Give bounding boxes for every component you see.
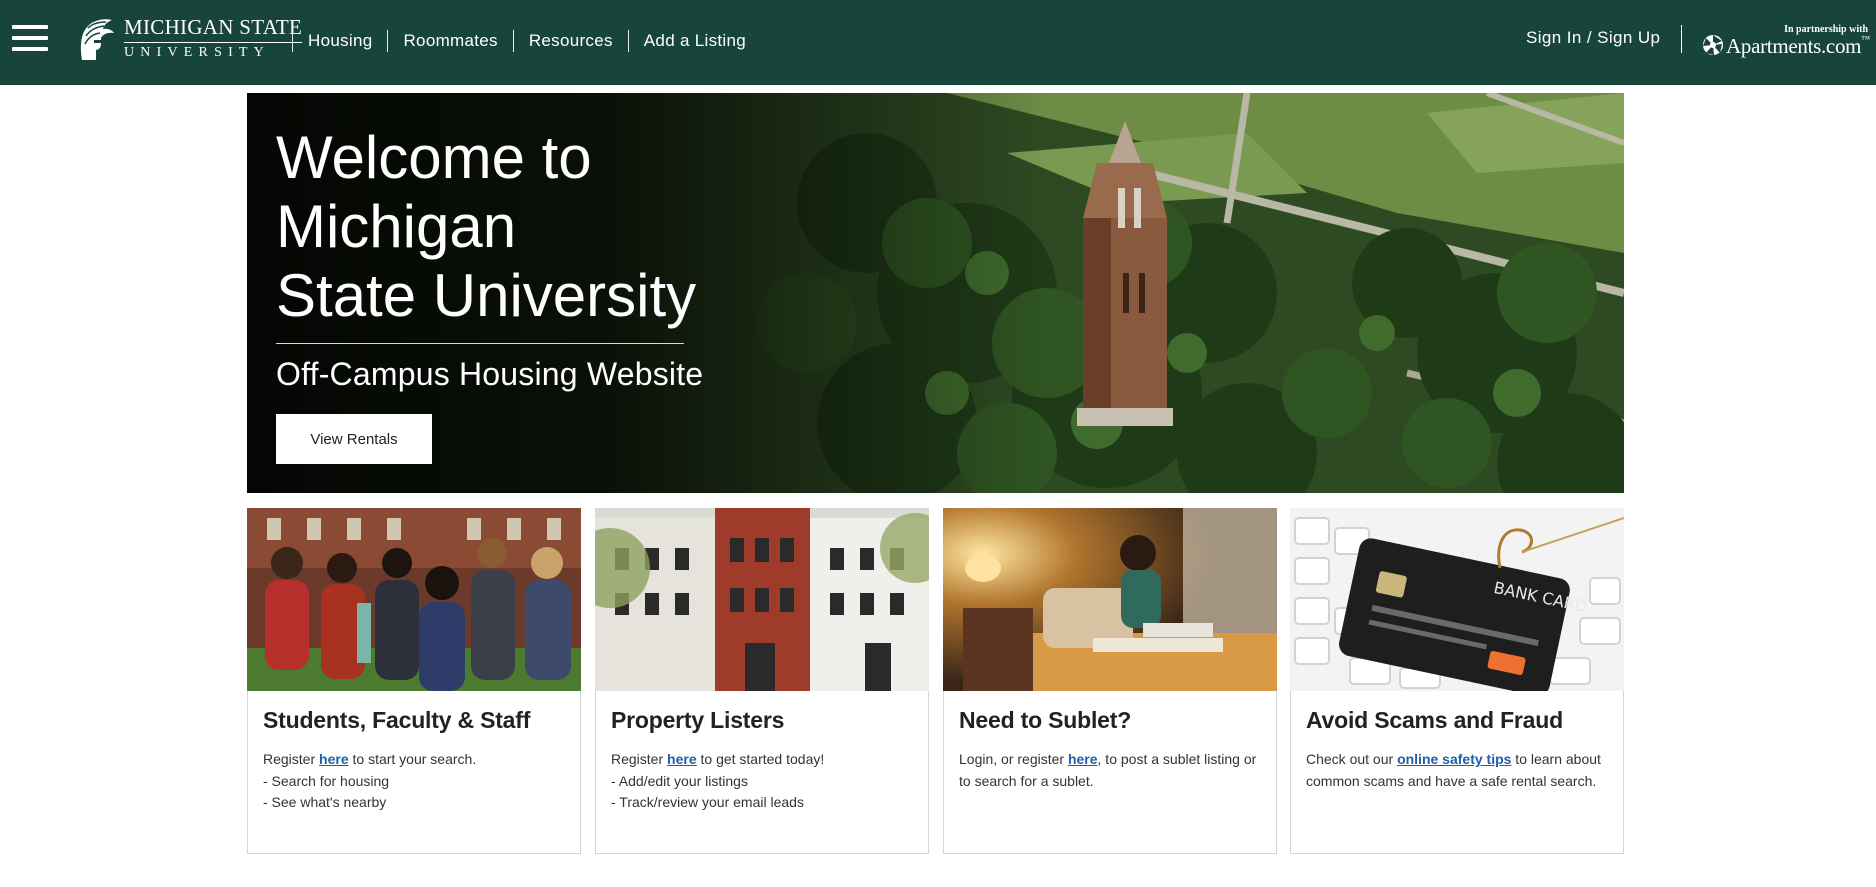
card-property-listers-register-link[interactable]: here: [667, 751, 697, 767]
partner-brand: Apartments.com: [1726, 34, 1862, 58]
spartan-helmet-icon: [80, 19, 114, 60]
card-property-listers: Property Listers Register here to get st…: [595, 508, 929, 854]
card-students-title: Students, Faculty & Staff: [263, 707, 531, 733]
nav-roommates[interactable]: Roommates: [388, 31, 512, 51]
hero-title-line-1: Welcome to: [276, 124, 592, 191]
nav-divider: [387, 30, 389, 52]
nav-housing[interactable]: Housing: [293, 31, 387, 51]
main-nav: Housing Roommates Resources Add a Listin…: [292, 26, 761, 56]
card-property-listers-bullet: - Track/review your email leads: [611, 794, 804, 810]
card-sublet-body: Login, or register here, to post a suble…: [959, 749, 1264, 792]
apartments-logo-icon: [1703, 35, 1723, 55]
hamburger-menu-icon[interactable]: [12, 25, 48, 55]
logo-line-2: UNIVERSITY: [124, 41, 303, 60]
card-sublet-title: Need to Sublet?: [959, 707, 1132, 733]
card-students-bullet: - See what's nearby: [263, 794, 387, 810]
card-sublet-image: [943, 508, 1277, 691]
card-scams-body: Check out our online safety tips to lear…: [1306, 749, 1611, 792]
card-property-listers-body: Register here to get started today! - Ad…: [611, 749, 916, 814]
hero-title-line-2: Michigan: [276, 193, 517, 260]
nav-divider: [292, 30, 293, 52]
hero-banner: Welcome to Michigan State University Off…: [247, 93, 1624, 493]
hero-title-line-3: State University: [276, 262, 697, 329]
top-navigation-bar: MICHIGAN STATE UNIVERSITY Housing Roomma…: [0, 0, 1876, 85]
card-scams-image: BANK CARD: [1290, 508, 1624, 691]
card-students-body: Register here to start your search. - Se…: [263, 749, 568, 814]
card-students: Students, Faculty & Staff Register here …: [247, 508, 581, 854]
card-property-listers-bullet: - Add/edit your listings: [611, 772, 748, 789]
card-sublet: Need to Sublet? Login, or register here,…: [943, 508, 1277, 854]
nav-add-listing[interactable]: Add a Listing: [629, 31, 761, 51]
card-property-listers-lead-post: to get started today!: [696, 751, 825, 767]
feature-cards: Students, Faculty & Staff Register here …: [247, 508, 1624, 854]
nav-resources[interactable]: Resources: [514, 31, 628, 51]
card-students-lead-pre: Register: [263, 751, 320, 767]
header-divider: [1681, 25, 1682, 53]
card-sublet-lead-pre: Login, or register: [959, 751, 1068, 767]
nav-divider: [512, 30, 514, 52]
sign-in-link[interactable]: Sign In / Sign Up: [1526, 28, 1660, 48]
view-rentals-button[interactable]: View Rentals: [276, 414, 432, 464]
msu-logo[interactable]: MICHIGAN STATE UNIVERSITY: [74, 14, 303, 62]
card-property-listers-image: [595, 508, 929, 691]
hero-subtitle: Off-Campus Housing Website: [276, 356, 704, 392]
card-scams: BANK CARD Avoid Scams and Fraud Check ou…: [1290, 508, 1624, 854]
card-students-lead-post: to start your search.: [348, 751, 477, 767]
logo-line-1: MICHIGAN STATE: [124, 14, 303, 39]
nav-divider: [627, 30, 629, 52]
card-scams-lead-pre: Check out our: [1306, 751, 1398, 767]
card-scams-safety-tips-link[interactable]: online safety tips: [1397, 751, 1511, 767]
partner-trademark: ™: [1861, 34, 1870, 44]
apartments-partner-logo[interactable]: In partnership with Apartments.com™: [1702, 24, 1870, 58]
card-scams-title: Avoid Scams and Fraud: [1306, 707, 1563, 733]
card-students-image: [247, 508, 581, 691]
card-students-bullet: - Search for housing: [263, 772, 390, 789]
hero-title: Welcome to Michigan State University: [276, 123, 876, 330]
card-property-listers-title: Property Listers: [611, 707, 785, 733]
hero-divider: [276, 343, 684, 344]
card-property-listers-lead-pre: Register: [611, 751, 668, 767]
card-sublet-register-link[interactable]: here: [1068, 751, 1098, 767]
card-students-register-link[interactable]: here: [319, 751, 349, 767]
